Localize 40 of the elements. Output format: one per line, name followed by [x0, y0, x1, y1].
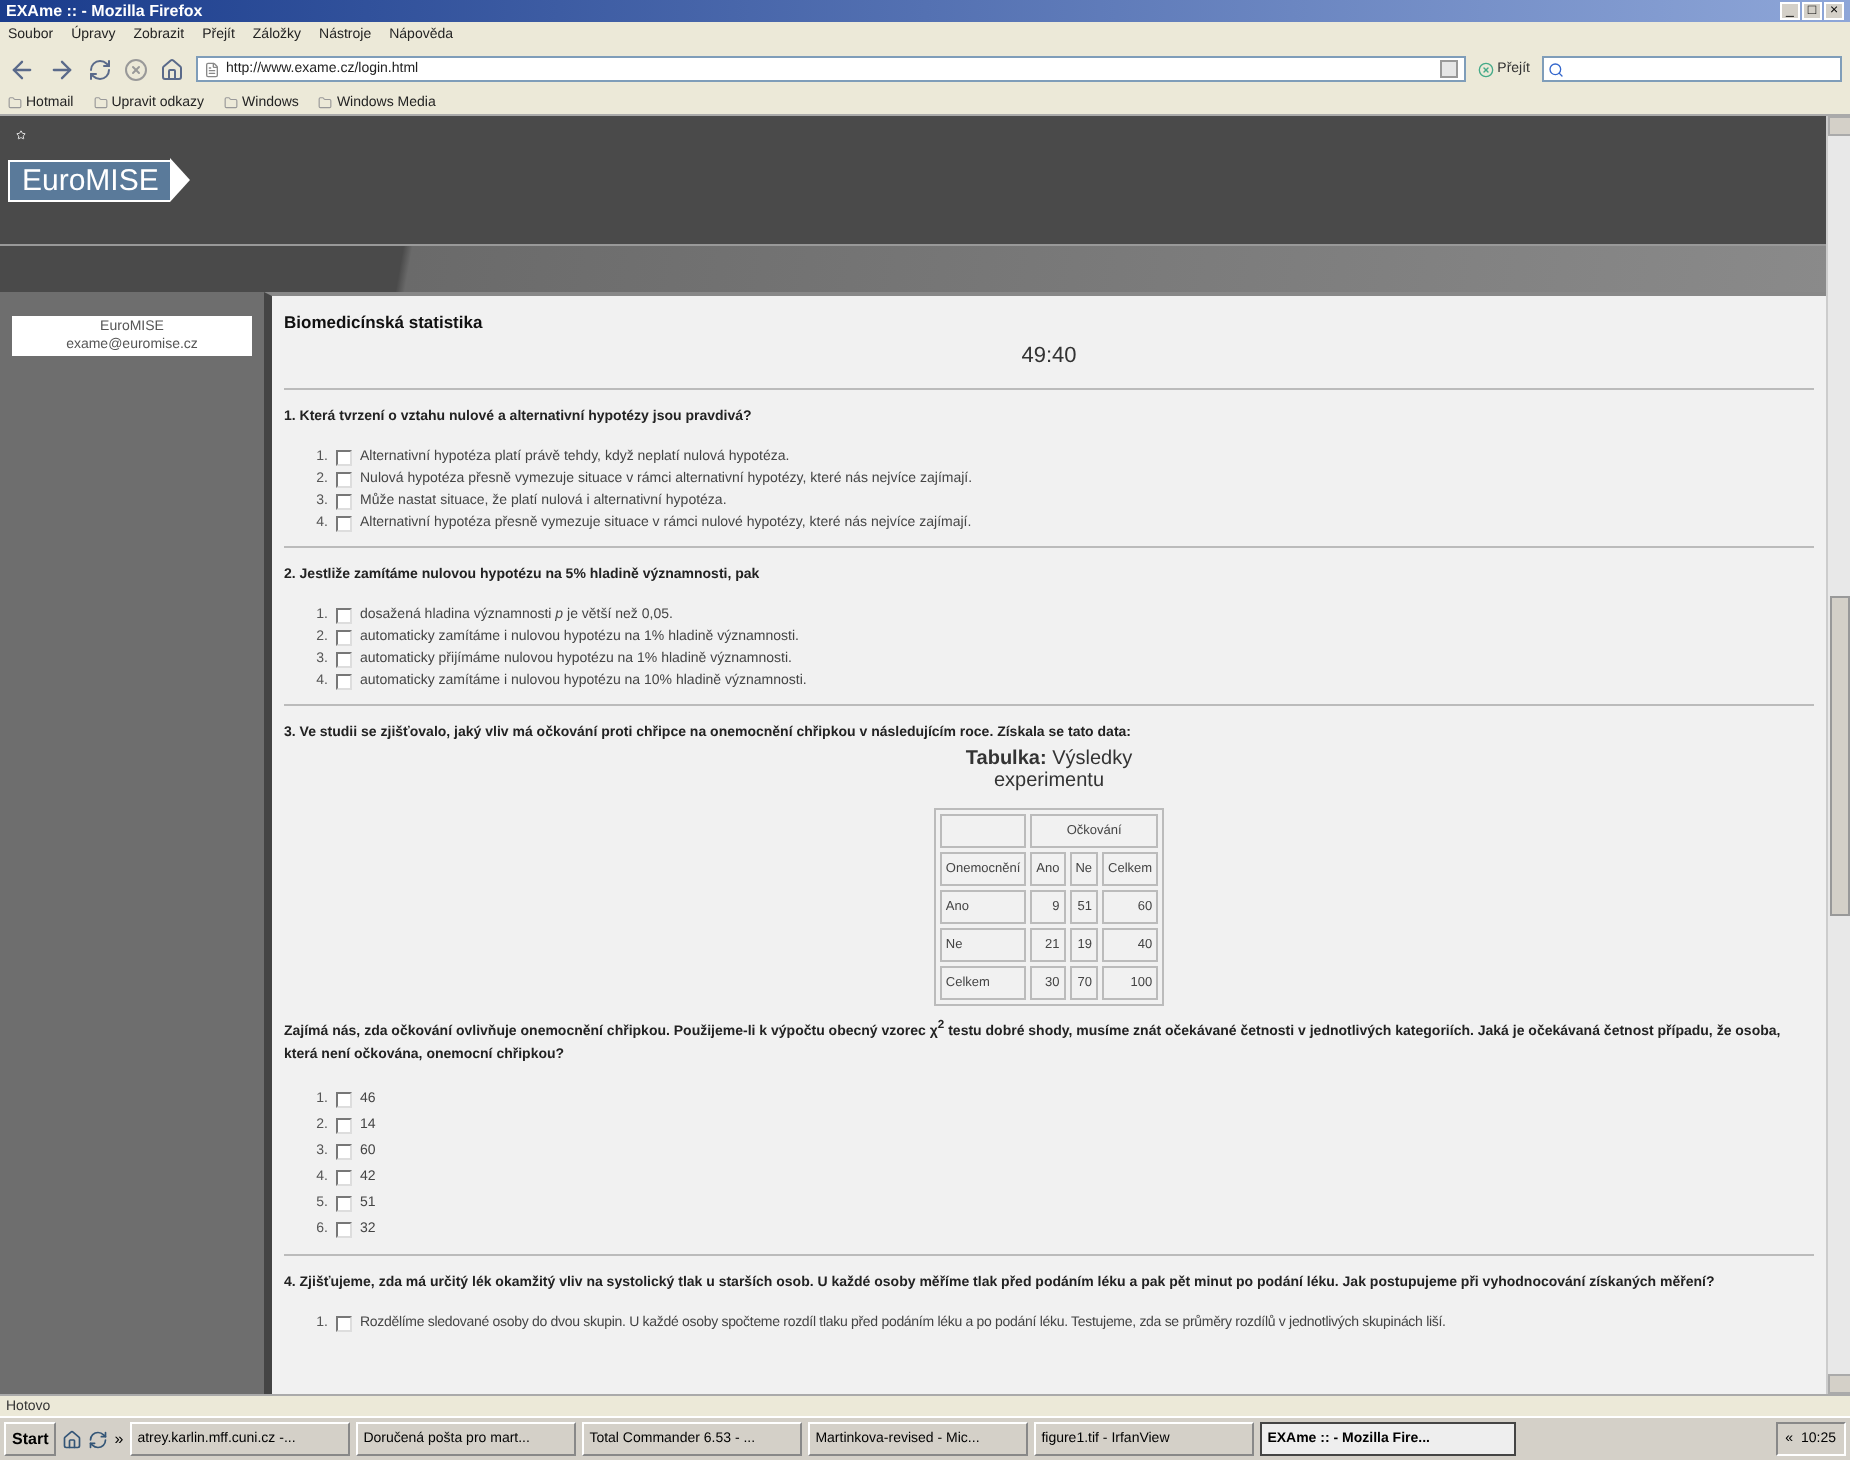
checkbox[interactable] — [336, 1221, 352, 1238]
checkbox[interactable] — [336, 651, 352, 667]
quick-launch-icon[interactable] — [88, 1429, 109, 1449]
dropdown-icon[interactable] — [1439, 60, 1458, 78]
site-logo[interactable]: EuroMISE — [8, 159, 171, 201]
checkbox[interactable] — [336, 1117, 352, 1134]
checkbox[interactable] — [336, 1143, 352, 1160]
scrollbar[interactable] — [1826, 116, 1850, 1394]
timer: 49:40 — [1021, 344, 1077, 368]
checkbox[interactable] — [336, 515, 352, 531]
checkbox[interactable] — [336, 1315, 352, 1332]
reload-icon[interactable] — [88, 57, 112, 81]
forward-icon[interactable] — [48, 55, 76, 83]
stop-icon[interactable] — [124, 57, 148, 81]
course-title: Biomedicínská statistika — [284, 312, 485, 332]
arrow-icon — [170, 158, 191, 202]
checkbox[interactable] — [336, 1195, 352, 1212]
page-icon — [204, 61, 220, 77]
search-icon — [1548, 61, 1564, 77]
checkbox[interactable] — [336, 607, 352, 623]
folder-icon — [318, 96, 333, 110]
star-icon — [16, 130, 26, 140]
search-field[interactable] — [1542, 56, 1842, 82]
checkbox[interactable] — [336, 471, 352, 487]
home-icon[interactable] — [160, 57, 184, 81]
checkbox[interactable] — [336, 1169, 352, 1186]
checkbox[interactable] — [336, 493, 352, 509]
more-chevron[interactable]: » — [114, 1430, 124, 1448]
checkbox[interactable] — [336, 1091, 352, 1108]
folder-icon — [224, 96, 239, 110]
checkbox[interactable] — [336, 629, 352, 645]
start-button[interactable]: Start — [4, 1422, 57, 1456]
quick-launch-icon[interactable] — [62, 1429, 83, 1449]
checkbox[interactable] — [336, 449, 352, 465]
folder-icon — [8, 96, 22, 110]
table-caption: Tabulka: Výsledky experimentu — [963, 748, 1135, 792]
folder-icon — [93, 96, 108, 110]
window-title: EXAme :: - Mozilla Firefox — [6, 0, 203, 22]
back-icon[interactable] — [8, 55, 36, 83]
checkbox[interactable] — [336, 673, 352, 689]
